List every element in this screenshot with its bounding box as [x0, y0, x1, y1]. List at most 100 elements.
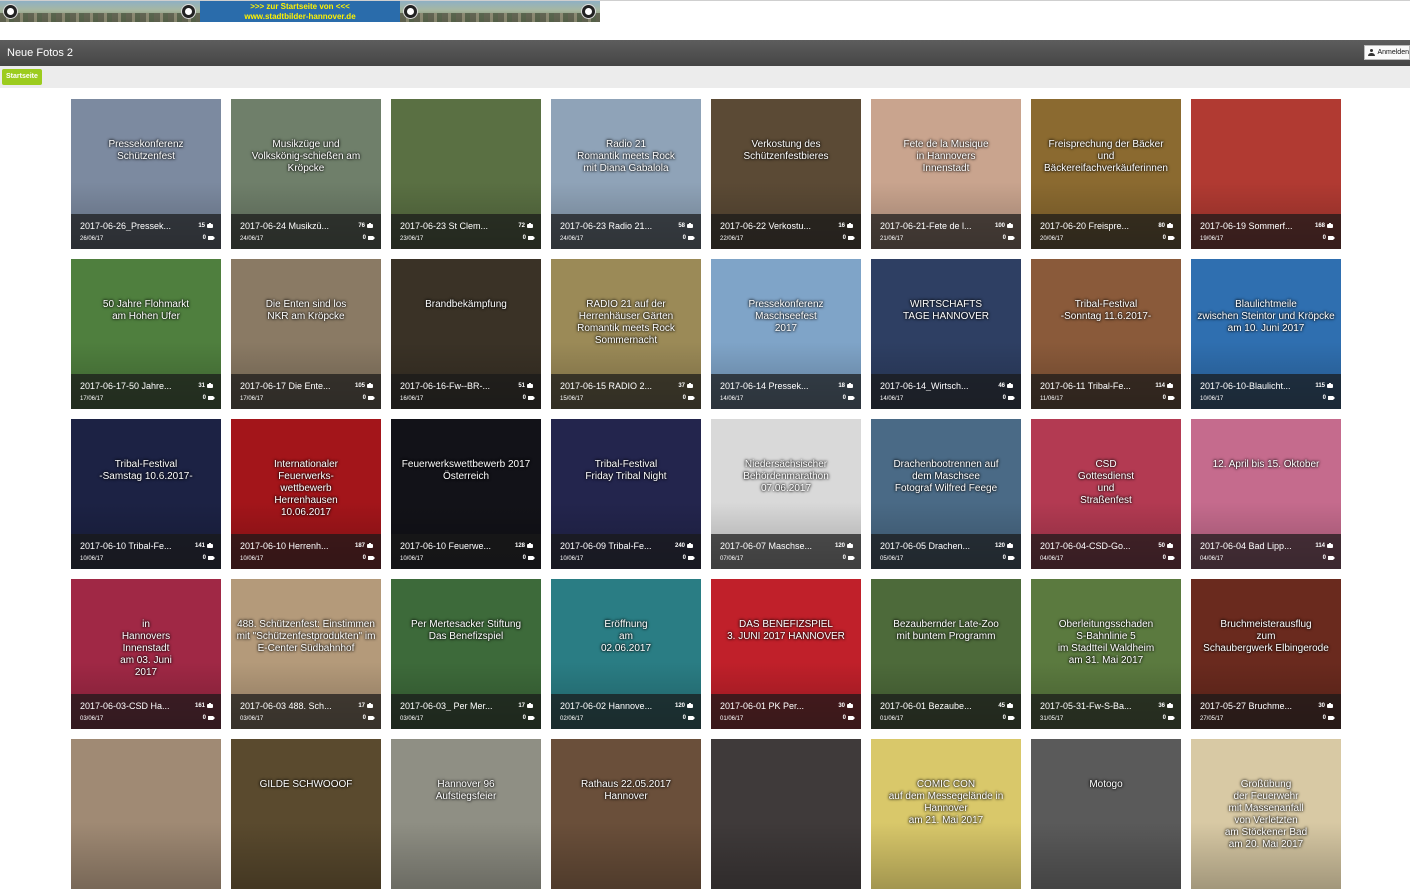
album-tile[interactable]: Pressekonferenz Schützenfest2017-06-26_P…	[71, 99, 221, 249]
album-tile[interactable]: Per Mertesacker Stiftung Das Benefizspie…	[391, 579, 541, 729]
banner-link[interactable]: >>> zur Startseite von <<< www.stadtbild…	[200, 1, 400, 22]
album-tile[interactable]: Verkostung des Schützenfestbieres2017-06…	[711, 99, 861, 249]
album-title[interactable]: 2017-06-23 St Clem...	[400, 221, 500, 231]
album-tile[interactable]: WIRTSCHAFTS TAGE HANNOVER2017-06-14_Wirt…	[871, 259, 1021, 409]
album-title[interactable]: 2017-06-10 Herrenh...	[240, 541, 340, 551]
album-title[interactable]: 2017-06-21-Fete de l...	[880, 221, 980, 231]
album-tile[interactable]: DAS BENEFIZSPIEL 3. JUNI 2017 HANNOVER 20…	[711, 579, 861, 729]
album-date: 20/06/17	[1040, 236, 1063, 242]
album-date: 26/06/17	[80, 236, 103, 242]
photo-count: 240	[675, 543, 693, 549]
album-thumbnail-text: in Hannovers Innenstadt am 03. Juni 2017	[75, 619, 217, 679]
album-tile[interactable]	[711, 739, 861, 889]
album-tile[interactable]: Radio 21 Romantik meets Rock mit Diana G…	[551, 99, 701, 249]
album-tile[interactable]: Tribal-Festival Friday Tribal Night2017-…	[551, 419, 701, 569]
album-tile[interactable]: Musikzüge und Volkskönig-schießen am Krö…	[231, 99, 381, 249]
video-count-value: 0	[1323, 395, 1326, 401]
album-tile[interactable]: Bruchmeisterausflug zum Schaubergwerk El…	[1191, 579, 1341, 729]
album-tile[interactable]: RADIO 21 auf der Herrenhäuser Gärten Rom…	[551, 259, 701, 409]
camera-icon	[527, 544, 533, 548]
video-count: 0	[1003, 395, 1013, 401]
album-tile[interactable]: in Hannovers Innenstadt am 03. Juni 2017…	[71, 579, 221, 729]
album-title[interactable]: 2017-06-24 Musikzü...	[240, 221, 340, 231]
album-title[interactable]: 2017-05-27 Bruchme...	[1200, 701, 1300, 711]
album-title[interactable]: 2017-05-31-Fw-S-Ba...	[1040, 701, 1140, 711]
album-title[interactable]: 2017-06-01 Bezaube...	[880, 701, 980, 711]
album-title[interactable]: 2017-06-11 Tribal-Fe...	[1040, 381, 1140, 391]
album-tile[interactable]: Pressekonferenz Maschseefest 2017 2017-06…	[711, 259, 861, 409]
album-tile[interactable]: 2017-06-19 Sommerf...19/06/171680	[1191, 99, 1341, 249]
user-icon	[1368, 49, 1374, 56]
album-tile[interactable]: Die Enten sind los NKR am Kröpcke2017-06…	[231, 259, 381, 409]
seal-icon	[181, 4, 196, 19]
album-tile[interactable]: Bezaubernder Late-Zoo mit buntem Program…	[871, 579, 1021, 729]
album-tile[interactable]: Blaulichtmeile zwischen Steintor und Krö…	[1191, 259, 1341, 409]
album-title[interactable]: 2017-06-16-Fw--BR-...	[400, 381, 500, 391]
album-title[interactable]: 2017-06-17-50 Jahre...	[80, 381, 180, 391]
photo-count-value: 161	[195, 703, 205, 709]
breadcrumb-home[interactable]: Startseite	[2, 69, 42, 85]
album-info-overlay: 2017-06-14_Wirtsch...14/06/17460	[871, 374, 1021, 409]
video-count: 0	[1323, 235, 1333, 241]
album-title[interactable]: 2017-06-26_Pressek...	[80, 221, 180, 231]
album-title[interactable]: 2017-06-01 PK Per...	[720, 701, 820, 711]
album-thumbnail-text: 50 Jahre Flohmarkt am Hohen Ufer	[75, 299, 217, 323]
album-title[interactable]: 2017-06-10 Tribal-Fe...	[80, 541, 180, 551]
album-tile[interactable]: Internationaler Feuerwerks- wettbewerb H…	[231, 419, 381, 569]
album-tile[interactable]: GILDE SCHWOOOF	[231, 739, 381, 889]
album-thumbnail-text: DAS BENEFIZSPIEL 3. JUNI 2017 HANNOVER	[715, 619, 857, 643]
album-title[interactable]: 2017-06-14_Wirtsch...	[880, 381, 980, 391]
album-title[interactable]: 2017-06-17 Die Ente...	[240, 381, 340, 391]
album-tile[interactable]: Niedersächsischer Behördenmarathon 07.06…	[711, 419, 861, 569]
album-title[interactable]: 2017-06-23 Radio 21...	[560, 221, 660, 231]
album-tile[interactable]: Rathaus 22.05.2017 Hannover	[551, 739, 701, 889]
album-tile[interactable]: Eröffnung am 02.06.20172017-06-02 Hannov…	[551, 579, 701, 729]
album-tile[interactable]	[71, 739, 221, 889]
album-tile[interactable]: Freisprechung der Bäcker und Bäckereifac…	[1031, 99, 1181, 249]
album-title[interactable]: 2017-06-10-Blaulicht...	[1200, 381, 1300, 391]
album-title[interactable]: 2017-06-04 Bad Lipp...	[1200, 541, 1300, 551]
album-tile[interactable]: Feuerwerkswettbewerb 2017 Österreich2017…	[391, 419, 541, 569]
album-info-overlay: 2017-06-02 Hannove...02/06/171200	[551, 694, 701, 729]
album-tile[interactable]: Tribal-Festival -Samstag 10.6.2017-2017-…	[71, 419, 221, 569]
album-tile[interactable]: Großübung der Feuerwehr mit Massenanfall…	[1191, 739, 1341, 889]
album-tile[interactable]: Motogo	[1031, 739, 1181, 889]
video-icon	[528, 396, 533, 400]
album-thumbnail-text: Pressekonferenz Maschseefest 2017	[715, 299, 857, 335]
album-tile[interactable]: Fete de la Musique in Hannovers Innensta…	[871, 99, 1021, 249]
photo-count: 15	[198, 223, 213, 229]
site-banner[interactable]: >>> zur Startseite von <<< www.stadtbild…	[0, 1, 600, 22]
album-tile[interactable]: CSD Gottesdienst und Straßenfest2017-06-…	[1031, 419, 1181, 569]
album-title[interactable]: 2017-06-03_ Per Mer...	[400, 701, 500, 711]
album-title[interactable]: 2017-06-02 Hannove...	[560, 701, 660, 711]
photo-count-value: 30	[1318, 703, 1325, 709]
album-info-overlay: 2017-06-10 Feuerwe...10/06/171280	[391, 534, 541, 569]
album-tile[interactable]: Hannover 96 Aufstiegsfeier	[391, 739, 541, 889]
photo-count-value: 120	[675, 703, 685, 709]
album-tile[interactable]: 12. April bis 15. Oktober2017-06-04 Bad …	[1191, 419, 1341, 569]
album-tile[interactable]: Drachenbootrennen auf dem Maschsee Fotog…	[871, 419, 1021, 569]
album-tile[interactable]: COMIC CON auf dem Messegelände in Hannov…	[871, 739, 1021, 889]
album-title[interactable]: 2017-06-14 Pressek...	[720, 381, 820, 391]
album-title[interactable]: 2017-06-07 Maschse...	[720, 541, 820, 551]
album-tile[interactable]: 488. Schützenfest: Einstimmen mit "Schüt…	[231, 579, 381, 729]
album-title[interactable]: 2017-06-20 Freispre...	[1040, 221, 1140, 231]
photo-count-value: 128	[515, 543, 525, 549]
album-title[interactable]: 2017-06-09 Tribal-Fe...	[560, 541, 660, 551]
album-title[interactable]: 2017-06-19 Sommerf...	[1200, 221, 1300, 231]
video-icon	[528, 716, 533, 720]
album-title[interactable]: 2017-06-22 Verkostu...	[720, 221, 820, 231]
album-tile[interactable]: 50 Jahre Flohmarkt am Hohen Ufer 2017-06-…	[71, 259, 221, 409]
video-count: 0	[363, 395, 373, 401]
album-title[interactable]: 2017-06-15 RADIO 2...	[560, 381, 660, 391]
login-button[interactable]: Anmelden	[1364, 45, 1410, 60]
album-title[interactable]: 2017-06-03-CSD Ha...	[80, 701, 180, 711]
album-tile[interactable]: Oberleitungsschaden S-Bahnlinie 5 im Sta…	[1031, 579, 1181, 729]
album-tile[interactable]: Brandbekämpfung2017-06-16-Fw--BR-...16/0…	[391, 259, 541, 409]
album-title[interactable]: 2017-06-05 Drachen...	[880, 541, 980, 551]
album-title[interactable]: 2017-06-03 488. Sch...	[240, 701, 340, 711]
album-title[interactable]: 2017-06-10 Feuerwe...	[400, 541, 500, 551]
album-title[interactable]: 2017-06-04-CSD-Go...	[1040, 541, 1140, 551]
album-tile[interactable]: 2017-06-23 St Clem...23/06/17720	[391, 99, 541, 249]
album-tile[interactable]: Tribal-Festival -Sonntag 11.6.2017-2017-…	[1031, 259, 1181, 409]
